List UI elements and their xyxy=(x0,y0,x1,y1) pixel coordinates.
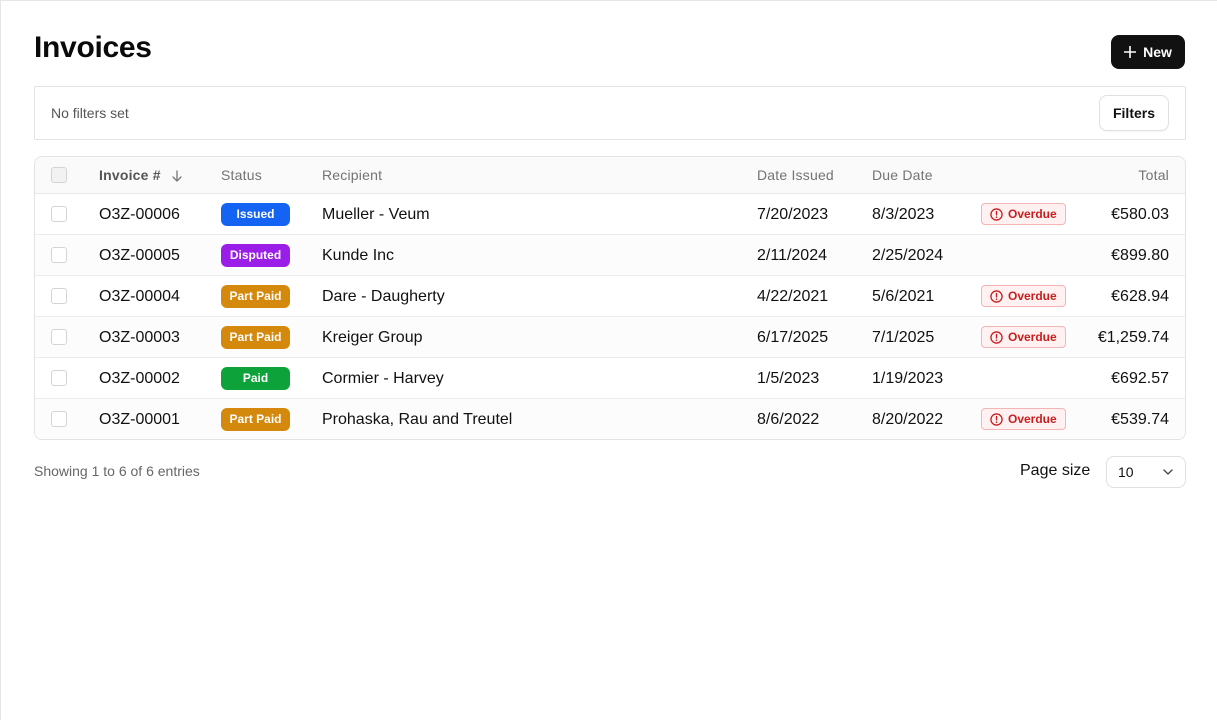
due-date: 7/1/2025 xyxy=(872,329,935,346)
alert-circle-icon xyxy=(990,207,1003,221)
table-row[interactable]: O3Z-00003 Part Paid Kreiger Group 6/17/2… xyxy=(35,317,1185,358)
column-header-due-date: Due Date xyxy=(872,167,933,183)
invoice-number: O3Z-00004 xyxy=(99,288,180,305)
overdue-label: Overdue xyxy=(1008,207,1057,221)
due-date: 8/20/2022 xyxy=(872,411,944,428)
select-all-checkbox[interactable] xyxy=(51,167,67,183)
invoice-total: €539.74 xyxy=(1111,411,1169,428)
invoice-total: €899.80 xyxy=(1111,247,1169,264)
alert-circle-icon xyxy=(990,289,1003,303)
overdue-label: Overdue xyxy=(1008,412,1057,426)
date-issued: 6/17/2025 xyxy=(757,329,829,346)
invoice-total: €1,259.74 xyxy=(1097,329,1169,346)
page-size-value: 10 xyxy=(1118,464,1134,480)
recipient-name: Mueller - Veum xyxy=(322,206,430,223)
invoice-number: O3Z-00002 xyxy=(99,370,180,387)
column-header-total: Total xyxy=(1138,167,1169,183)
status-badge: Issued xyxy=(221,203,290,226)
status-badge: Part Paid xyxy=(221,408,290,431)
app-window: Invoices New No filters set Filters Invo… xyxy=(0,0,1217,720)
due-date: 1/19/2023 xyxy=(872,370,944,387)
arrow-down-icon xyxy=(172,169,182,182)
row-checkbox[interactable] xyxy=(51,206,67,222)
table-row[interactable]: O3Z-00005 Disputed Kunde Inc 2/11/2024 2… xyxy=(35,235,1185,276)
invoice-number: O3Z-00006 xyxy=(99,206,180,223)
invoices-table: Invoice # Status Recipient Date Issued D… xyxy=(34,156,1186,440)
plus-icon xyxy=(1124,46,1137,58)
alert-circle-icon xyxy=(990,330,1003,344)
new-invoice-button[interactable]: New xyxy=(1111,35,1185,69)
column-header-recipient: Recipient xyxy=(322,167,383,183)
row-checkbox[interactable] xyxy=(51,370,67,386)
date-issued: 4/22/2021 xyxy=(757,288,829,305)
overdue-badge: Overdue xyxy=(981,203,1066,225)
alert-circle-icon xyxy=(990,412,1003,426)
status-badge: Disputed xyxy=(221,244,290,267)
overdue-label: Overdue xyxy=(1008,330,1057,344)
recipient-name: Kreiger Group xyxy=(322,329,423,346)
date-issued: 7/20/2023 xyxy=(757,206,829,223)
overdue-badge: Overdue xyxy=(981,326,1066,348)
column-header-date-issued: Date Issued xyxy=(757,167,834,183)
status-badge: Paid xyxy=(221,367,290,390)
chevron-down-icon xyxy=(1163,469,1173,475)
overdue-badge: Overdue xyxy=(981,408,1066,430)
date-issued: 2/11/2024 xyxy=(757,247,827,264)
due-date: 8/3/2023 xyxy=(872,206,935,223)
row-checkbox[interactable] xyxy=(51,288,67,304)
table-header: Invoice # Status Recipient Date Issued D… xyxy=(35,157,1185,194)
filter-status-text: No filters set xyxy=(51,105,129,121)
filters-button[interactable]: Filters xyxy=(1098,95,1169,131)
column-header-status: Status xyxy=(221,167,262,183)
invoice-total: €580.03 xyxy=(1111,206,1169,223)
table-row[interactable]: O3Z-00004 Part Paid Dare - Daugherty 4/2… xyxy=(35,276,1185,317)
filter-bar: No filters set Filters xyxy=(34,86,1186,140)
due-date: 2/25/2024 xyxy=(872,247,944,264)
entries-count-text: Showing 1 to 6 of 6 entries xyxy=(34,463,200,479)
invoice-total: €692.57 xyxy=(1111,370,1169,387)
overdue-badge: Overdue xyxy=(981,285,1066,307)
row-checkbox[interactable] xyxy=(51,411,67,427)
date-issued: 8/6/2022 xyxy=(757,411,820,428)
column-header-invoice[interactable]: Invoice # xyxy=(99,157,183,194)
invoice-total: €628.94 xyxy=(1111,288,1169,305)
status-badge: Part Paid xyxy=(221,285,290,308)
recipient-name: Kunde Inc xyxy=(322,247,395,264)
column-header-invoice-label: Invoice # xyxy=(99,167,161,183)
date-issued: 1/5/2023 xyxy=(757,370,820,387)
table-row[interactable]: O3Z-00002 Paid Cormier - Harvey 1/5/2023… xyxy=(35,358,1185,399)
table-row[interactable]: O3Z-00001 Part Paid Prohaska, Rau and Tr… xyxy=(35,399,1185,439)
page-title: Invoices xyxy=(34,31,152,64)
row-checkbox[interactable] xyxy=(51,247,67,263)
due-date: 5/6/2021 xyxy=(872,288,935,305)
recipient-name: Cormier - Harvey xyxy=(322,370,444,387)
status-badge: Part Paid xyxy=(221,326,290,349)
invoice-number: O3Z-00001 xyxy=(99,411,180,428)
row-checkbox[interactable] xyxy=(51,329,67,345)
invoice-number: O3Z-00003 xyxy=(99,329,180,346)
overdue-label: Overdue xyxy=(1008,289,1057,303)
invoice-number: O3Z-00005 xyxy=(99,247,180,264)
recipient-name: Dare - Daugherty xyxy=(322,288,445,305)
table-body: O3Z-00006 Issued Mueller - Veum 7/20/202… xyxy=(35,194,1185,439)
page-size-label: Page size xyxy=(1020,462,1091,479)
recipient-name: Prohaska, Rau and Treutel xyxy=(322,411,513,428)
table-row[interactable]: O3Z-00006 Issued Mueller - Veum 7/20/202… xyxy=(35,194,1185,235)
new-button-label: New xyxy=(1143,44,1172,60)
page-size-select[interactable]: 10 xyxy=(1106,456,1186,488)
